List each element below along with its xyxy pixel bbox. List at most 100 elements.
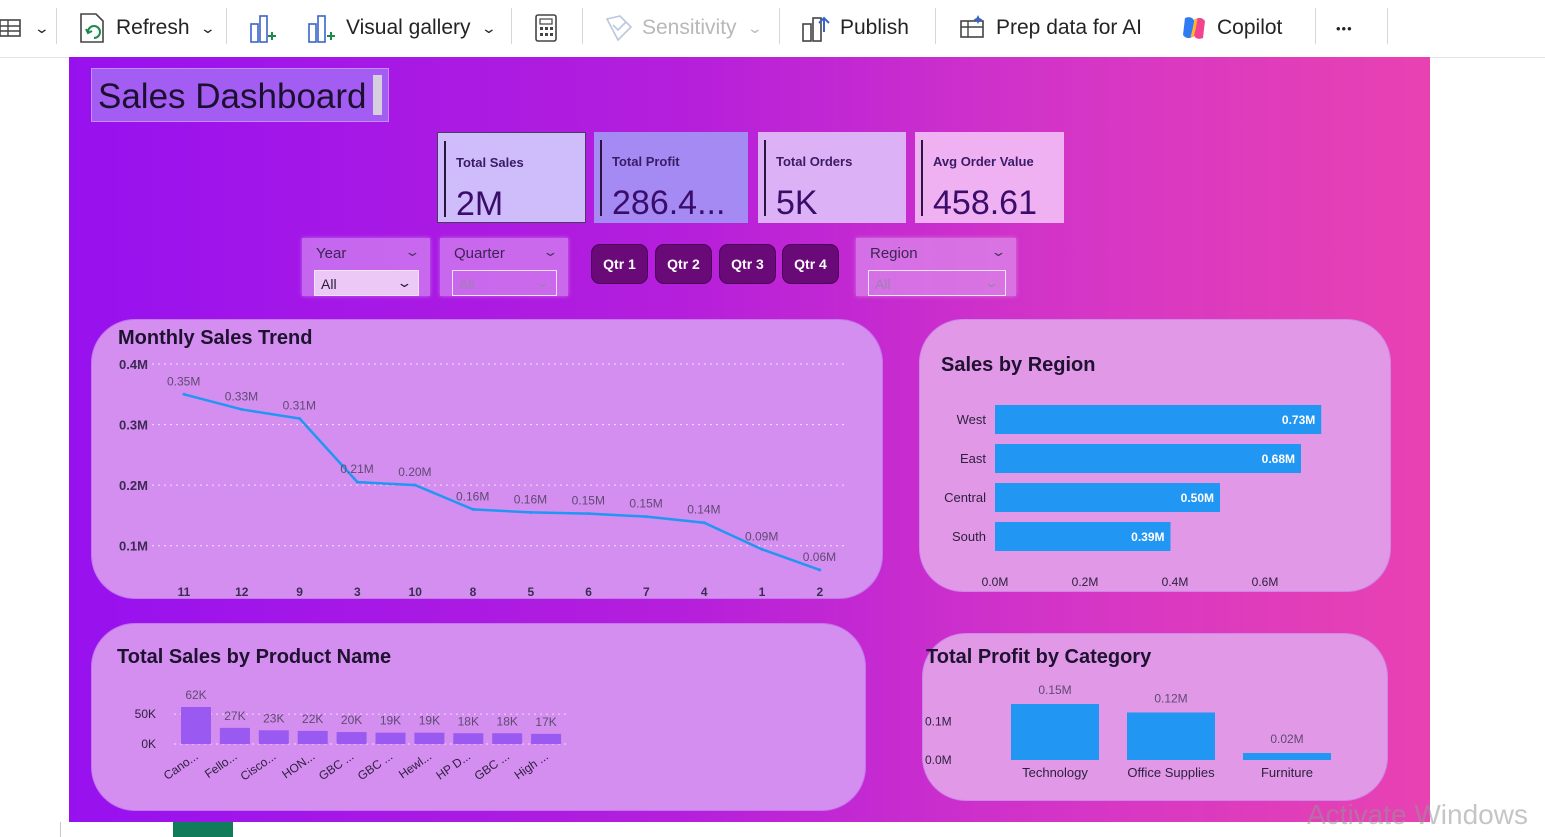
kpi-card-total-profit[interactable]: Total Profit 286.4... (594, 132, 748, 223)
sales-by-product-bar-chart: 0K 50K 62K Cano... 27K Fello... 23K Cisco... 22K… (135, 688, 570, 783)
chevron-down-icon[interactable]: ⌄ (404, 244, 420, 260)
y-tick-label: 0.0M (925, 753, 952, 767)
data-label: 22K (302, 712, 323, 726)
data-label: 0.14M (687, 503, 720, 517)
calculator-icon (535, 14, 557, 42)
more-options-button[interactable]: ••• (1336, 10, 1353, 46)
qtr2-button[interactable]: Qtr 2 (655, 244, 712, 284)
x-tick-label: 6 (585, 585, 592, 598)
data-label: 0.16M (456, 489, 489, 503)
chevron-down-icon[interactable]: ⌄ (542, 244, 558, 260)
data-label: 27K (224, 709, 245, 723)
publish-label: Publish (840, 16, 909, 39)
visual-gallery-label: Visual gallery (346, 16, 471, 39)
monthly-sales-line-chart: 0.1M0.2M0.3M0.4M0.35M110.33M120.31M90.21… (119, 357, 847, 598)
x-tick-label: 11 (178, 585, 191, 598)
dashboard-title-box[interactable]: Sales Dashboard (91, 68, 389, 122)
x-tick-label: High ... (512, 749, 551, 782)
category-label: East (960, 451, 986, 466)
ribbon-divider (226, 8, 227, 44)
refresh-icon (80, 13, 104, 43)
data-point (298, 417, 302, 421)
page-tab-indicator[interactable] (173, 822, 233, 837)
year-dropdown[interactable]: All ⌄ (314, 270, 419, 296)
x-tick-label: 9 (296, 585, 303, 598)
x-tick-label: 12 (235, 585, 249, 598)
profit-by-category-card[interactable]: Total Profit by Category 0.0M 0.1M 0.15M Te… (922, 633, 1388, 801)
y-tick-label: 0.2M (119, 478, 148, 493)
kpi-accent-bar (764, 140, 766, 216)
kpi-value: 286.4... (612, 184, 726, 222)
data-label: 23K (263, 711, 284, 725)
region-dropdown[interactable]: All ⌄ (868, 270, 1006, 296)
y-tick-label: 0.1M (925, 714, 952, 728)
activate-windows-watermark: Activate Windows (1307, 799, 1528, 830)
x-tick-label: Furniture (1261, 765, 1313, 780)
qtr1-button[interactable]: Qtr 1 (591, 244, 648, 284)
slicer-label: Quarter (454, 245, 505, 262)
quarter-slicer[interactable]: Quarter ⌄ All ⌄ (440, 238, 568, 296)
x-tick-label: Cisco... (238, 749, 279, 783)
chevron-down-icon: ⌄ (396, 275, 413, 290)
region-slicer[interactable]: Region ⌄ All ⌄ (856, 238, 1016, 296)
category-label: West (957, 412, 987, 427)
table-icon (0, 19, 21, 37)
category-label: Central (944, 490, 986, 505)
monthly-sales-trend-card[interactable]: Monthly Sales Trend 0.1M 0.2M 0.3M 0.4M 0.35… (91, 319, 883, 599)
kpi-value: 458.61 (933, 184, 1037, 222)
copilot-label: Copilot (1217, 16, 1283, 39)
sales-by-product-card[interactable]: Total Sales by Product Name 0K 50K 62K Cano… (91, 623, 866, 811)
y-tick-label: 0.4M (119, 357, 148, 372)
x-tick-label: 0.0M (982, 575, 1009, 589)
kpi-label: Avg Order Value (933, 154, 1034, 169)
kpi-card-avg-order-value[interactable]: Avg Order Value 458.61 (915, 132, 1064, 223)
region-bar (995, 405, 1322, 434)
year-slicer[interactable]: Year ⌄ All ⌄ (302, 238, 430, 296)
table-view-dropdown[interactable]: ⌄ (0, 10, 50, 46)
kpi-label: Total Sales (456, 155, 524, 170)
chevron-down-icon[interactable]: ⌄ (990, 244, 1006, 260)
sales-by-region-card[interactable]: Sales by Region West 0.73M East 0.68M Centra… (919, 319, 1391, 592)
data-label: 0.15M (572, 494, 605, 508)
y-tick-label: 0K (141, 737, 156, 751)
publish-icon (802, 16, 830, 42)
new-visual-button[interactable] (248, 10, 278, 46)
publish-button[interactable]: Publish (800, 10, 909, 46)
x-tick-label: 7 (643, 585, 650, 598)
copilot-icon (1183, 17, 1205, 39)
refresh-button[interactable]: Refresh ⌄ (78, 10, 216, 46)
kpi-card-total-sales[interactable]: Total Sales 2M (437, 132, 586, 223)
visual-gallery-button[interactable]: Visual gallery ⌄ (306, 10, 497, 46)
sensitivity-button[interactable]: Sensitivity ⌄ (604, 10, 763, 46)
data-label: 62K (185, 688, 206, 702)
text-cursor (373, 75, 382, 115)
kpi-card-total-orders[interactable]: Total Orders 5K (758, 132, 906, 223)
data-label: 18K (497, 714, 518, 728)
qtr4-button[interactable]: Qtr 4 (782, 244, 839, 284)
quarter-dropdown[interactable]: All ⌄ (452, 270, 557, 296)
dropdown-value: All (321, 276, 337, 292)
data-label: 0.16M (514, 492, 547, 506)
kpi-label: Total Profit (612, 154, 680, 169)
data-point (644, 515, 648, 519)
copilot-button[interactable]: Copilot (1179, 10, 1282, 46)
x-tick-label: Fello... (202, 749, 240, 781)
x-tick-label: 5 (527, 585, 534, 598)
report-canvas: Sales Dashboard Total Sales 2M Total Pro… (69, 57, 1430, 822)
more-options-icon: ••• (1336, 20, 1353, 36)
kpi-accent-bar (921, 140, 923, 216)
data-label: 0.73M (1282, 413, 1315, 427)
qtr3-button[interactable]: Qtr 3 (719, 244, 776, 284)
prep-data-label: Prep data for AI (996, 16, 1142, 39)
x-tick-label: 0.6M (1252, 575, 1279, 589)
x-tick-label: Technology (1022, 765, 1088, 780)
chevron-down-icon[interactable]: ⌄ (480, 20, 496, 37)
product-bar (492, 733, 523, 744)
category-bar (1011, 704, 1099, 760)
prep-data-button[interactable]: Prep data for AI (958, 10, 1142, 46)
data-point (818, 568, 822, 572)
visual-gallery-icon (308, 15, 335, 43)
chevron-down-icon[interactable]: ⌄ (199, 20, 215, 37)
x-tick-label: GBC ... (316, 749, 356, 783)
calculator-button[interactable] (533, 10, 559, 46)
